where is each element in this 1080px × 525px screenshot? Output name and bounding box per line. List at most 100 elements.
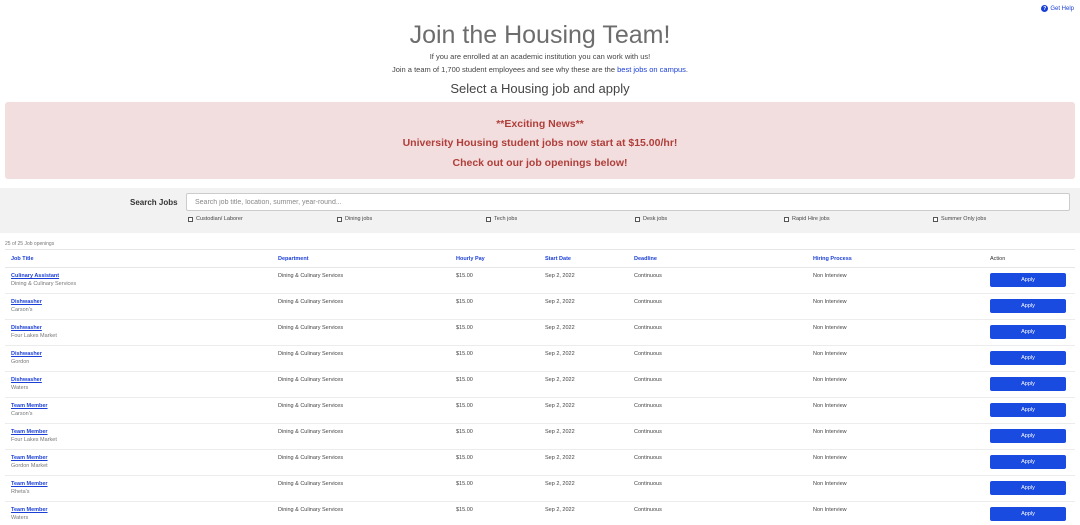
header-job-title[interactable]: Job Title (5, 250, 272, 268)
start-date-cell: Sep 2, 2022 (545, 429, 575, 435)
job-location: Four Lakes Market (11, 333, 57, 339)
job-title-link[interactable]: Team Member (11, 455, 272, 462)
job-title-cell: Dishwasher Waters (5, 372, 272, 398)
filter-tech[interactable]: Tech jobs (486, 216, 517, 222)
action-cell: Apply (984, 372, 1075, 398)
job-title-cell: Team Member Gordon Market (5, 450, 272, 476)
filter-label: Dining jobs (345, 216, 373, 222)
action-cell: Apply (984, 268, 1075, 294)
deadline-cell: Continuous (634, 481, 662, 487)
job-title-cell: Dishwasher Gordon (5, 346, 272, 372)
table-row: Team Member Rheta's Dining & Culinary Serv… (5, 476, 1075, 502)
department-cell: Dining & Culinary Services (278, 403, 344, 409)
header-department[interactable]: Department (272, 250, 450, 268)
checkbox[interactable] (635, 216, 640, 222)
checkbox[interactable] (337, 216, 342, 222)
filter-label: Summer Only jobs (941, 216, 987, 222)
header-deadline[interactable]: Deadline (628, 250, 807, 268)
intro-line-2: Join a team of 1,700 student employees a… (0, 63, 1080, 76)
filter-label: Tech jobs (494, 216, 518, 222)
hourly-pay-cell: $15.00 (456, 351, 473, 357)
department-cell: Dining & Culinary Services (278, 273, 344, 279)
apply-button[interactable]: Apply (990, 273, 1066, 287)
job-title-link[interactable]: Team Member (11, 403, 272, 410)
table-row: Dishwasher Carson's Dining & Culinary Serv… (5, 294, 1075, 320)
apply-button[interactable]: Apply (990, 351, 1066, 365)
action-cell: Apply (984, 476, 1075, 502)
filter-summer-only[interactable]: Summer Only jobs (933, 216, 986, 222)
job-count: 25 of 25 Job openings (5, 241, 55, 247)
header-hourly-pay[interactable]: Hourly Pay (450, 250, 539, 268)
job-title-link[interactable]: Dishwasher (11, 377, 272, 384)
start-date-cell: Sep 2, 2022 (545, 351, 575, 357)
filter-rapid-hire[interactable]: Rapid Hire jobs (784, 216, 830, 222)
job-title-link[interactable]: Team Member (11, 481, 272, 488)
table-row: Dishwasher Waters Dining & Culinary Servic… (5, 372, 1075, 398)
department-cell: Dining & Culinary Services (278, 429, 344, 435)
action-cell: Apply (984, 450, 1075, 476)
apply-button[interactable]: Apply (990, 429, 1066, 443)
job-title-link[interactable]: Dishwasher (11, 299, 272, 306)
header-start-date[interactable]: Start Date (539, 250, 628, 268)
hiring-process-cell: Non Interview (813, 481, 847, 487)
hourly-pay-cell: $15.00 (456, 429, 473, 435)
job-title-cell: Dishwasher Carson's (5, 294, 272, 320)
action-cell: Apply (984, 294, 1075, 320)
hourly-pay-cell: $15.00 (456, 481, 473, 487)
department-cell: Dining & Culinary Services (278, 507, 344, 513)
department-cell: Dining & Culinary Services (278, 481, 344, 487)
header-hiring-process[interactable]: Hiring Process (807, 250, 984, 268)
job-title-link[interactable]: Team Member (11, 507, 272, 514)
checkbox[interactable] (933, 216, 938, 222)
news-pay-announcement: University Housing student jobs now star… (402, 137, 678, 149)
hiring-process-cell: Non Interview (813, 351, 847, 357)
job-title-cell: Team Member Carson's (5, 398, 272, 424)
deadline-cell: Continuous (634, 455, 662, 461)
hero: Join the Housing Team! If you are enroll… (0, 0, 1080, 98)
job-title-link[interactable]: Dishwasher (11, 325, 272, 332)
page-subtitle: Select a Housing job and apply (450, 81, 630, 96)
table-header-row: Job Title Department Hourly Pay Start Da… (5, 249, 1075, 268)
department-cell: Dining & Culinary Services (278, 325, 344, 331)
job-title-link[interactable]: Dishwasher (11, 351, 272, 358)
department-cell: Dining & Culinary Services (278, 299, 344, 305)
hourly-pay-cell: $15.00 (456, 325, 473, 331)
start-date-cell: Sep 2, 2022 (545, 481, 575, 487)
filter-desk[interactable]: Desk jobs (635, 216, 667, 222)
deadline-cell: Continuous (634, 299, 662, 305)
apply-button[interactable]: Apply (990, 481, 1066, 495)
hiring-process-cell: Non Interview (813, 455, 847, 461)
job-title-link[interactable]: Culinary Assistant (11, 273, 272, 280)
department-cell: Dining & Culinary Services (278, 351, 344, 357)
hourly-pay-cell: $15.00 (456, 403, 473, 409)
checkbox[interactable] (188, 216, 193, 222)
get-help-link[interactable]: ? Get Help (1041, 5, 1074, 12)
hiring-process-cell: Non Interview (813, 377, 847, 383)
apply-button[interactable]: Apply (990, 455, 1066, 469)
best-jobs-link[interactable]: best jobs on campus (617, 65, 686, 74)
checkbox[interactable] (486, 216, 491, 222)
job-title-cell: Dishwasher Four Lakes Market (5, 320, 272, 346)
apply-button[interactable]: Apply (990, 377, 1066, 391)
hourly-pay-cell: $15.00 (456, 273, 473, 279)
apply-button[interactable]: Apply (990, 403, 1066, 417)
deadline-cell: Continuous (634, 403, 662, 409)
search-label: Search Jobs (130, 198, 178, 207)
filter-custodian[interactable]: Custodian/ Laborer (188, 216, 243, 222)
action-cell: Apply (984, 502, 1075, 525)
filter-dining[interactable]: Dining jobs (337, 216, 372, 222)
search-input[interactable] (186, 193, 1070, 211)
hiring-process-cell: Non Interview (813, 429, 847, 435)
deadline-cell: Continuous (634, 429, 662, 435)
intro-line-1: If you are enrolled at an academic insti… (429, 52, 651, 61)
department-cell: Dining & Culinary Services (278, 455, 344, 461)
apply-button[interactable]: Apply (990, 325, 1066, 339)
apply-button[interactable]: Apply (990, 507, 1066, 521)
checkbox[interactable] (784, 216, 789, 222)
start-date-cell: Sep 2, 2022 (545, 507, 575, 513)
job-title-link[interactable]: Team Member (11, 429, 272, 436)
department-cell: Dining & Culinary Services (278, 377, 344, 383)
deadline-cell: Continuous (634, 325, 662, 331)
apply-button[interactable]: Apply (990, 299, 1066, 313)
action-cell: Apply (984, 424, 1075, 450)
